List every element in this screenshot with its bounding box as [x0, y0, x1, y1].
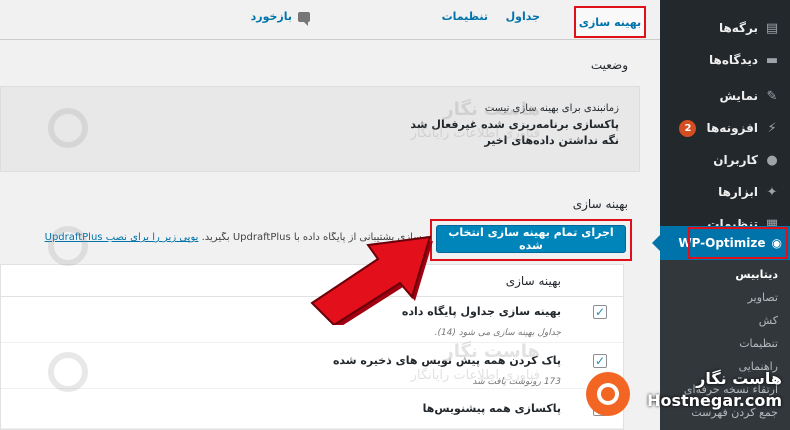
watermark-logo-icon: [48, 108, 88, 148]
sidebar-item-label: ابزارها: [718, 185, 758, 199]
active-pointer: [652, 235, 660, 251]
status-box: زمانبندی برای بهینه سازی نیست پاکسازی بر…: [0, 86, 640, 172]
watermark-logo-icon: [48, 352, 88, 392]
clean-revisions-checkbox[interactable]: ✓: [593, 354, 607, 368]
sidebar-item-plugins[interactable]: ⚡ افزونه‌ها 2: [660, 112, 790, 144]
submenu-database[interactable]: دیتابیس: [660, 263, 790, 286]
pointer-arrow-icon: [310, 235, 433, 325]
main-content: بهینه سازی جداول تنظیمات بازخورد وضعیت ز…: [0, 0, 660, 430]
run-all-selected-button[interactable]: اجرای تمام بهینه سازی انتخاب شده: [436, 225, 626, 253]
watermark-subtitle: فناوری اطلاعات رایانگار: [410, 368, 540, 383]
brand-name-en: Hostnegar.com: [647, 391, 782, 410]
sidebar-item-pages[interactable]: ▤ برگه‌ها: [660, 12, 790, 44]
tab-optimize[interactable]: بهینه سازی: [574, 6, 646, 38]
tab-feedback[interactable]: بازخورد: [250, 10, 310, 26]
wp-optimize-highlight: [688, 227, 788, 259]
watermark: هاست نگار فناوری اطلاعات رایانگار: [411, 340, 540, 388]
sidebar-item-users[interactable]: ● کاربران: [660, 144, 790, 176]
tab-bar: بهینه سازی جداول تنظیمات بازخورد: [0, 0, 660, 40]
table-row: ✓ پاکسازی همه پیشنویس‌ها: [1, 389, 623, 429]
hostnegar-logo-icon: [586, 372, 630, 416]
sidebar-item-appearance[interactable]: ✎ نمایش: [660, 80, 790, 112]
users-icon: ●: [766, 152, 778, 168]
watermark-subtitle: فناوری اطلاعات رایانگار: [410, 126, 540, 141]
watermark-logo-icon: [48, 226, 88, 266]
pages-icon: ▤: [765, 20, 779, 36]
admin-sidebar: ▤ برگه‌ها ▬ دیدگاه‌ها ✎ نمایش ⚡ افزونه‌ه…: [652, 0, 790, 430]
row-title: بهینه سازی جداول پایگاه داده: [401, 305, 561, 318]
submenu-settings[interactable]: تنظیمات: [660, 332, 790, 355]
feedback-icon: [298, 12, 310, 26]
table-header-label: بهینه سازی: [505, 273, 561, 288]
appearance-icon: ✎: [766, 88, 778, 104]
sidebar-item-tools[interactable]: ✦ ابزارها: [660, 176, 790, 208]
optimizations-heading: بهینه سازی: [572, 197, 628, 211]
brand-text: هاست نگار Hostnegar.com: [647, 368, 782, 412]
status-heading: وضعیت: [590, 58, 628, 72]
tools-icon: ✦: [766, 184, 778, 200]
sidebar-top: [660, 0, 790, 12]
watermark-title: هاست نگار: [443, 99, 540, 120]
row-title: پاکسازی همه پیشنویس‌ها: [422, 402, 561, 415]
tab-optimize-label: بهینه سازی: [578, 15, 642, 29]
hostnegar-brand: هاست نگار Hostnegar.com: [586, 368, 782, 424]
tab-tables[interactable]: جداول: [506, 10, 540, 23]
watermark-title: هاست نگار: [443, 341, 540, 362]
plugins-icon: ⚡: [767, 120, 777, 136]
sidebar-item-label: نمایش: [719, 89, 758, 103]
sidebar-item-comments[interactable]: ▬ دیدگاه‌ها: [660, 44, 790, 76]
brand-name-fa: هاست نگار: [696, 369, 782, 388]
submenu-images[interactable]: تصاویر: [660, 286, 790, 309]
plugins-update-badge: 2: [679, 119, 697, 137]
sidebar-item-label: دیدگاه‌ها: [709, 53, 758, 67]
sidebar-item-label: کاربران: [713, 153, 758, 167]
submenu-cache[interactable]: کش: [660, 309, 790, 332]
tab-settings[interactable]: تنظیمات: [442, 10, 488, 23]
optimize-tables-checkbox[interactable]: ✓: [593, 305, 607, 319]
sidebar-item-label: برگه‌ها: [718, 21, 758, 35]
sidebar-item-label: افزونه‌ها: [706, 121, 758, 135]
watermark: هاست نگار فناوری اطلاعات رایانگار: [411, 98, 540, 146]
comments-icon: ▬: [765, 52, 779, 68]
tab-feedback-label: بازخورد: [250, 10, 292, 23]
